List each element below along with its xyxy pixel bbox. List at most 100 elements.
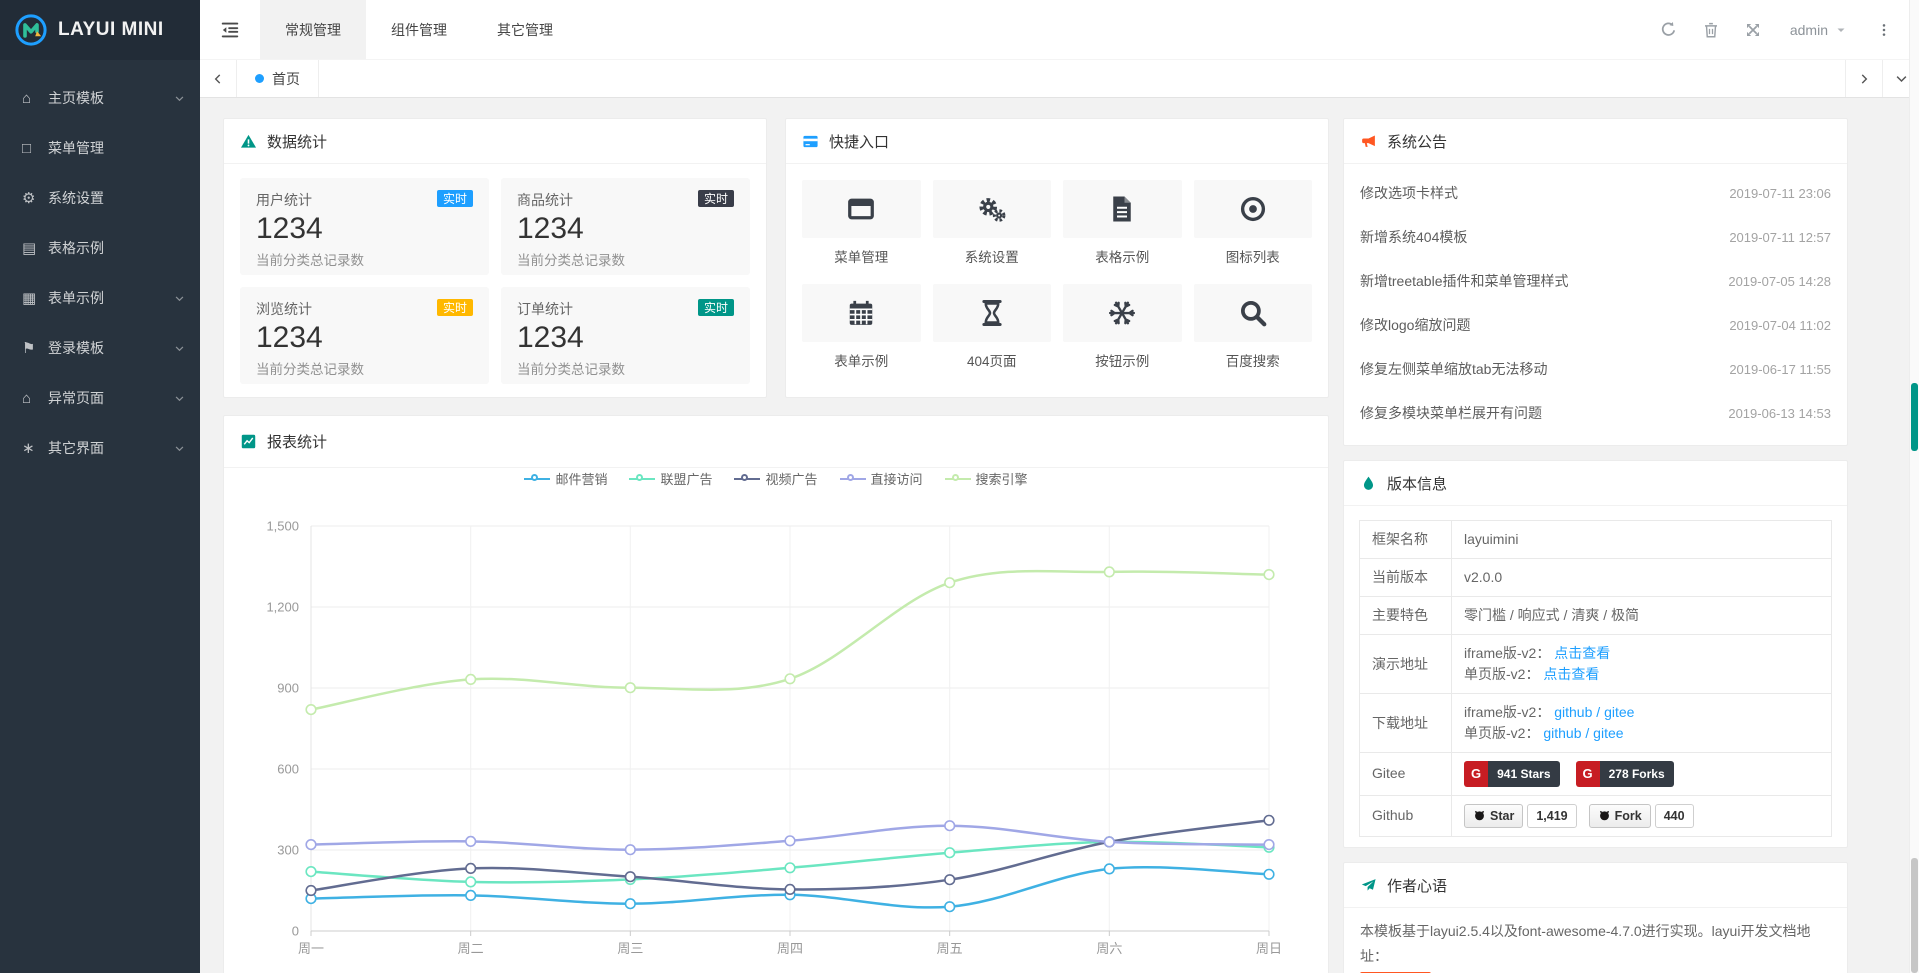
github-count[interactable]: 440 xyxy=(1655,804,1694,829)
tab-scroll-right-button[interactable] xyxy=(1845,60,1882,97)
realtime-badge: 实时 xyxy=(437,190,473,207)
svg-text:周六: 周六 xyxy=(1096,941,1122,956)
stat-label: 商品统计 xyxy=(517,190,573,210)
tab-home-label: 首页 xyxy=(272,69,300,89)
github-count[interactable]: 1,419 xyxy=(1527,804,1576,829)
target-icon xyxy=(1194,180,1313,238)
github-fork-button[interactable]: Fork xyxy=(1589,804,1651,829)
form-menu-icon: ▦ xyxy=(22,289,48,307)
kebab-menu-icon[interactable] xyxy=(1863,0,1905,60)
other-menu-icon: ∗ xyxy=(22,439,48,457)
announce-card-title: 系统公告 xyxy=(1387,131,1447,152)
tab-scroll-left-button[interactable] xyxy=(200,60,237,97)
sidebar-item-settings[interactable]: ⚙系统设置 xyxy=(0,173,200,223)
sidebar-item-label: 表格示例 xyxy=(48,238,104,258)
chart-legend-item-5[interactable]: 搜索引擎 xyxy=(945,469,1028,488)
version-row-1: 框架名称layuimini xyxy=(1360,521,1832,559)
quick-tile-menu[interactable]: 菜单管理 xyxy=(802,180,921,266)
search-icon xyxy=(1194,284,1313,342)
svg-text:周五: 周五 xyxy=(937,941,963,956)
version-row-value: 零门槛 / 响应式 / 清爽 / 极简 xyxy=(1452,597,1832,635)
link-点击查看[interactable]: 点击查看 xyxy=(1543,666,1599,682)
link-点击查看[interactable]: 点击查看 xyxy=(1554,645,1610,661)
legend-label: 搜索引擎 xyxy=(976,469,1028,488)
scrollbar-track xyxy=(1909,0,1919,973)
stat-value: 1234 xyxy=(517,321,734,355)
link-gitee[interactable]: gitee xyxy=(1604,704,1634,720)
nav-tab-general[interactable]: 常规管理 xyxy=(260,0,366,59)
version-table: 框架名称layuimini当前版本v2.0.0主要特色零门槛 / 响应式 / 清… xyxy=(1359,520,1832,837)
scrollbar-thumb-teal[interactable] xyxy=(1911,383,1918,451)
gitee-badge[interactable]: G941 Stars xyxy=(1464,761,1560,787)
realtime-badge: 实时 xyxy=(698,190,734,207)
admin-dropdown[interactable]: admin xyxy=(1774,22,1863,38)
nav-tab-other[interactable]: 其它管理 xyxy=(472,0,578,59)
announcement-item[interactable]: 修改选项卡样式2019-07-11 23:06 xyxy=(1360,171,1831,215)
link-gitee[interactable]: gitee xyxy=(1593,725,1623,741)
legend-marker xyxy=(524,473,550,485)
octocat-icon xyxy=(1598,809,1611,822)
quick-tile-settings[interactable]: 系统设置 xyxy=(933,180,1052,266)
nav-tab-label: 其它管理 xyxy=(497,20,553,40)
quick-tile-page404[interactable]: 404页面 xyxy=(933,284,1052,370)
error-menu-icon: ⌂ xyxy=(22,390,48,407)
outdent-icon xyxy=(219,19,241,41)
sidebar-item-login[interactable]: ⚑登录模板 xyxy=(0,323,200,373)
link-github[interactable]: github xyxy=(1543,725,1581,741)
github-star-button[interactable]: Star xyxy=(1464,804,1523,829)
stat-caption: 当前分类总记录数 xyxy=(256,358,473,378)
chart-card-title: 报表统计 xyxy=(267,431,327,452)
chevron-down-icon xyxy=(174,393,185,404)
chart-legend-item-2[interactable]: 联盟广告 xyxy=(629,469,712,488)
gitee-badge-label: 278 Forks xyxy=(1600,761,1674,787)
sidebar-item-label: 表单示例 xyxy=(48,288,104,308)
link-line: iframe版-v2： 点击查看 xyxy=(1464,643,1819,664)
sidebar-item-error[interactable]: ⌂异常页面 xyxy=(0,373,200,423)
link-separator: / xyxy=(1592,704,1604,720)
logo[interactable]: LAYUI MINI xyxy=(0,0,200,60)
sidebar-item-label: 主页模板 xyxy=(48,88,104,108)
stat-box-4: 订单统计实时1234当前分类总记录数 xyxy=(501,287,750,384)
announcement-item[interactable]: 修改logo缩放问题2019-07-04 11:02 xyxy=(1360,303,1831,347)
sidebar-item-table[interactable]: ▤表格示例 xyxy=(0,223,200,273)
quick-grid: 菜单管理系统设置表格示例图标列表表单示例404页面按钮示例百度搜索 xyxy=(786,164,1328,386)
scrollbar-thumb-gray[interactable] xyxy=(1911,858,1918,973)
chart-legend-item-4[interactable]: 直接访问 xyxy=(840,469,923,488)
announcement-item[interactable]: 新增系统404模板2019-07-11 12:57 xyxy=(1360,215,1831,259)
chevron-down-icon xyxy=(174,293,185,304)
version-value-text: layuimini xyxy=(1464,531,1518,547)
topbar-actions: admin xyxy=(1648,0,1919,59)
stat-box-top: 浏览统计实时 xyxy=(256,299,473,319)
sidebar-item-form[interactable]: ▦表单示例 xyxy=(0,273,200,323)
tabbar: 首页 xyxy=(200,60,1919,98)
quick-tile-table[interactable]: 表格示例 xyxy=(1063,180,1182,266)
quick-tile-label: 按钮示例 xyxy=(1063,350,1182,370)
version-value-text: v2.0.0 xyxy=(1464,569,1502,585)
chart-legend-item-1[interactable]: 邮件营销 xyxy=(524,469,607,488)
tab-home[interactable]: 首页 xyxy=(237,60,319,97)
sidebar-item-other[interactable]: ∗其它界面 xyxy=(0,423,200,473)
version-row-3: 主要特色零门槛 / 响应式 / 清爽 / 极简 xyxy=(1360,597,1832,635)
quick-tile-baidu[interactable]: 百度搜索 xyxy=(1194,284,1313,370)
refresh-icon[interactable] xyxy=(1648,0,1690,60)
quick-tile-form[interactable]: 表单示例 xyxy=(802,284,921,370)
version-card-title: 版本信息 xyxy=(1387,473,1447,494)
quick-tile-icons[interactable]: 图标列表 xyxy=(1194,180,1313,266)
nav-tab-component[interactable]: 组件管理 xyxy=(366,0,472,59)
announcement-item[interactable]: 修复多模块菜单栏展开有问题2019-06-13 14:53 xyxy=(1360,391,1831,435)
announcement-item[interactable]: 修复左侧菜单缩放tab无法移动2019-06-17 11:55 xyxy=(1360,347,1831,391)
version-row-value: G941 Stars G278 Forks xyxy=(1452,753,1832,796)
link-github[interactable]: github xyxy=(1554,704,1592,720)
chart-legend-item-3[interactable]: 视频广告 xyxy=(734,469,817,488)
legend-label: 邮件营销 xyxy=(555,469,607,488)
version-row-label: 下载地址 xyxy=(1360,694,1452,753)
quick-tile-button[interactable]: 按钮示例 xyxy=(1063,284,1182,370)
collapse-menu-button[interactable] xyxy=(200,0,260,59)
quick-tile-label: 系统设置 xyxy=(933,246,1052,266)
announcement-item[interactable]: 新增treetable插件和菜单管理样式2019-07-05 14:28 xyxy=(1360,259,1831,303)
sidebar-item-home[interactable]: ⌂主页模板 xyxy=(0,73,200,123)
gitee-badge[interactable]: G278 Forks xyxy=(1576,761,1674,787)
trash-icon[interactable] xyxy=(1690,0,1732,60)
sidebar-item-menu[interactable]: □菜单管理 xyxy=(0,123,200,173)
fullscreen-icon[interactable] xyxy=(1732,0,1774,60)
